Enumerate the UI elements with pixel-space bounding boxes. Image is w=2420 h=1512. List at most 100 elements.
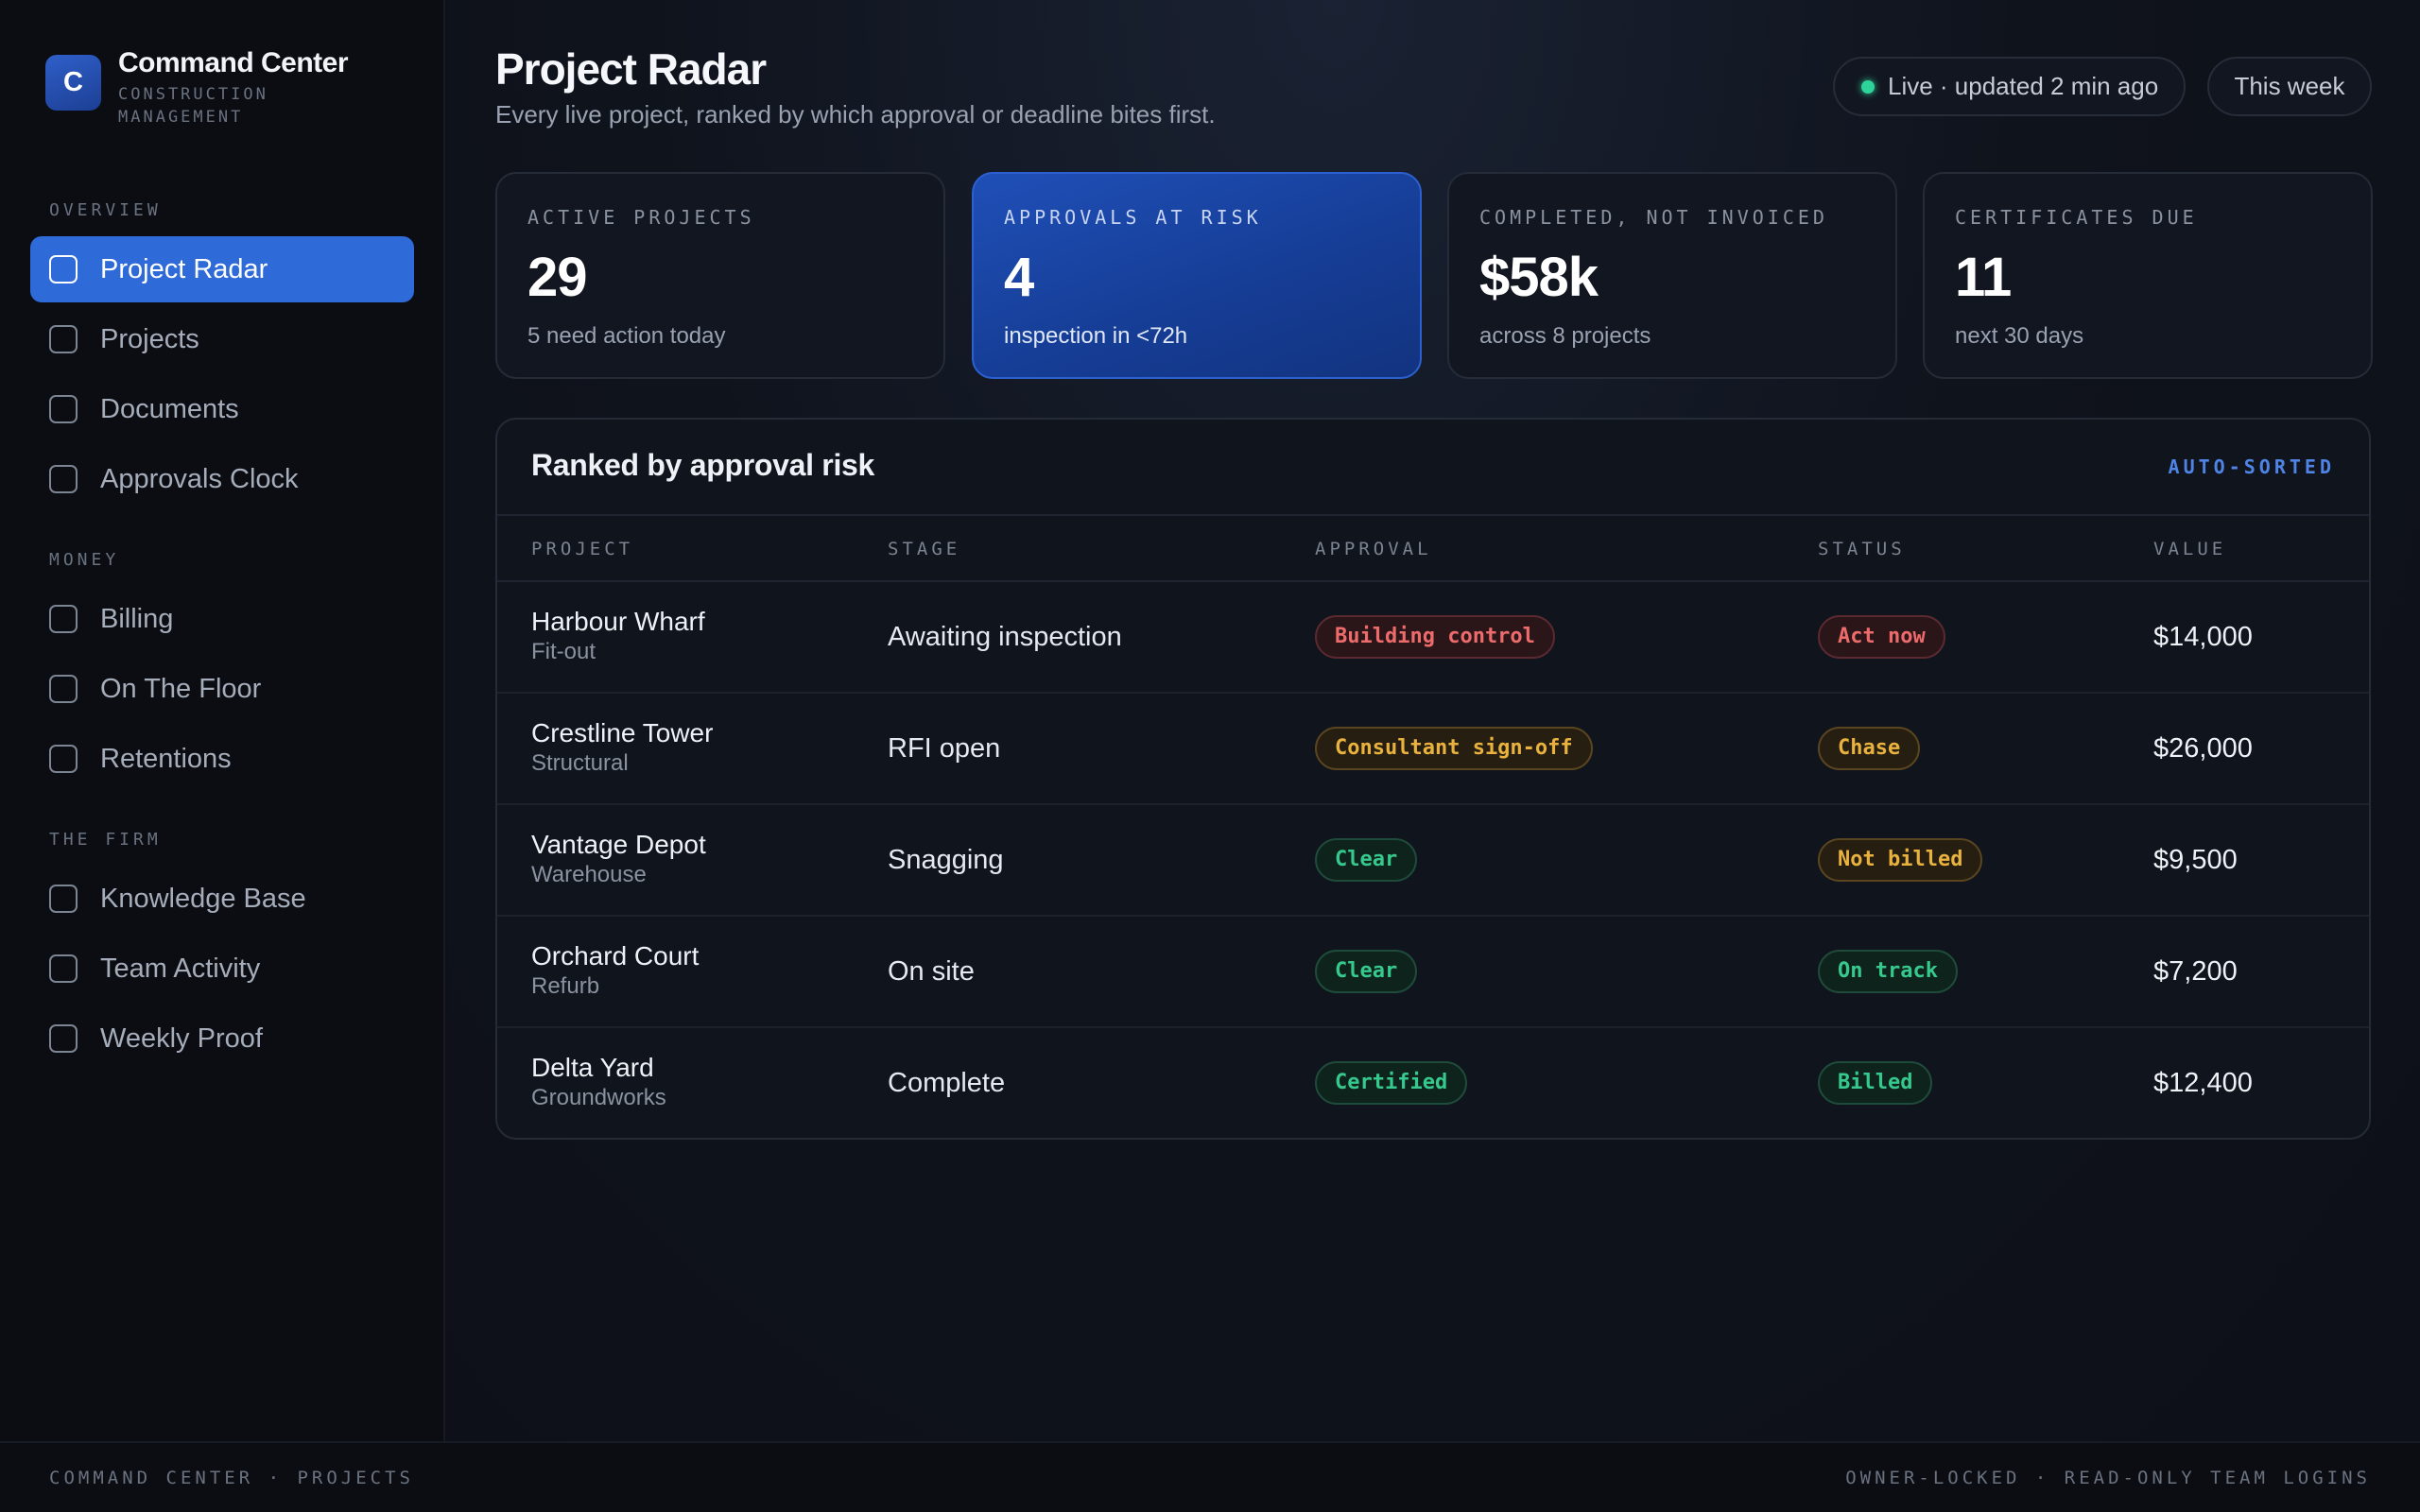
project-stage: On site [888, 956, 975, 987]
live-status-badge[interactable]: Live · updated 2 min ago [1833, 57, 2186, 116]
period-selector-button[interactable]: This week [2207, 57, 2372, 116]
stat-card-certificates-due[interactable]: CERTIFICATES DUE 11 next 30 days [1923, 172, 2373, 379]
stat-card-active-projects[interactable]: ACTIVE PROJECTS 29 5 need action today [495, 172, 945, 379]
period-label: This week [2234, 72, 2345, 100]
nav-section-money: MONEY Billing On The Floor Retentions [0, 548, 445, 792]
table-title: Ranked by approval risk [531, 448, 875, 482]
approval-badge: Clear [1315, 838, 1418, 882]
sidebar-item-knowledge-base[interactable]: Knowledge Base [30, 866, 414, 932]
stat-value: 11 [1955, 247, 2012, 308]
footer-breadcrumb: COMMAND CENTER · PROJECTS [49, 1468, 414, 1488]
sidebar-item-label: Project Radar [100, 253, 268, 284]
page-title: Project Radar [495, 44, 767, 94]
status-badge: Billed [1818, 1061, 1933, 1105]
table-header: PROJECT STAGE APPROVAL STATUS VALUE [497, 514, 2369, 582]
project-value: $14,000 [2153, 622, 2253, 652]
project-type: Refurb [531, 973, 600, 999]
checkbox-icon [49, 255, 78, 284]
sidebar-item-retentions[interactable]: Retentions [30, 726, 414, 792]
stat-card-approvals-at-risk[interactable]: APPROVALS AT RISK 4 inspection in <72h [972, 172, 1422, 379]
stat-value: 29 [527, 247, 588, 308]
project-type: Groundworks [531, 1085, 666, 1110]
project-name: Vantage Depot [531, 830, 706, 859]
page-subtitle: Every live project, ranked by which appr… [495, 100, 1216, 129]
stat-note: next 30 days [1955, 323, 2084, 349]
project-name: Delta Yard [531, 1053, 654, 1082]
risk-table: Ranked by approval risk AUTO-SORTED PROJ… [495, 418, 2371, 1140]
footer-access-note: OWNER-LOCKED · READ-ONLY TEAM LOGINS [1845, 1468, 2371, 1488]
sidebar-item-billing[interactable]: Billing [30, 586, 414, 652]
column-header-status[interactable]: STATUS [1818, 539, 1906, 559]
project-stage: Complete [888, 1068, 1006, 1098]
project-name: Crestline Tower [531, 718, 714, 747]
stat-label: CERTIFICATES DUE [1955, 206, 2198, 229]
sidebar: C Command Center CONSTRUCTION MANAGEMENT… [0, 0, 445, 1441]
stat-value: $58k [1479, 247, 1599, 308]
sidebar-item-team-activity[interactable]: Team Activity [30, 936, 414, 1002]
auto-sorted-tag: AUTO-SORTED [2168, 455, 2335, 478]
live-dot-icon [1861, 79, 1875, 94]
approval-badge: Clear [1315, 950, 1418, 993]
sidebar-item-label: On The Floor [100, 673, 262, 704]
sidebar-item-documents[interactable]: Documents [30, 376, 414, 442]
project-type: Warehouse [531, 862, 647, 887]
sidebar-item-on-the-floor[interactable]: On The Floor [30, 656, 414, 722]
table-row[interactable]: Crestline Tower Structural RFI open Cons… [497, 694, 2369, 805]
project-stage: Awaiting inspection [888, 622, 1122, 652]
nav-heading: MONEY [49, 550, 120, 570]
table-row[interactable]: Orchard Court Refurb On site Clear On tr… [497, 917, 2369, 1028]
approval-badge: Building control [1315, 615, 1555, 659]
sidebar-item-projects[interactable]: Projects [30, 306, 414, 372]
column-header-project[interactable]: PROJECT [531, 539, 633, 559]
project-name: Orchard Court [531, 941, 700, 971]
checkbox-icon [49, 885, 78, 913]
checkbox-icon [49, 605, 78, 633]
project-value: $7,200 [2153, 956, 2238, 987]
project-value: $26,000 [2153, 733, 2253, 764]
table-row[interactable]: Delta Yard Groundworks Complete Certifie… [497, 1028, 2369, 1138]
checkbox-icon [49, 954, 78, 983]
checkbox-icon [49, 745, 78, 773]
brand[interactable]: C Command Center CONSTRUCTION MANAGEMENT [45, 47, 349, 129]
brand-logo-icon: C [45, 55, 101, 111]
nav-section-overview: OVERVIEW Project Radar Projects Document… [0, 198, 445, 512]
brand-subtitle: CONSTRUCTION MANAGEMENT [118, 85, 268, 127]
sidebar-item-approvals-clock[interactable]: Approvals Clock [30, 446, 414, 512]
stat-note: inspection in <72h [1004, 323, 1188, 349]
sidebar-item-label: Weekly Proof [100, 1022, 263, 1054]
stat-note: 5 need action today [527, 323, 726, 349]
sidebar-item-label: Retentions [100, 743, 232, 774]
brand-title: Command Center [118, 47, 349, 78]
stat-note: across 8 projects [1479, 323, 1651, 349]
stat-card-completed-not-invoiced[interactable]: COMPLETED, NOT INVOICED $58k across 8 pr… [1447, 172, 1897, 379]
project-stage: RFI open [888, 733, 1001, 764]
sidebar-item-label: Billing [100, 603, 174, 634]
status-badge: Chase [1818, 727, 1921, 770]
table-row[interactable]: Harbour Wharf Fit-out Awaiting inspectio… [497, 582, 2369, 694]
checkbox-icon [49, 395, 78, 423]
project-stage: Snagging [888, 845, 1004, 875]
status-badge: Not billed [1818, 838, 1983, 882]
checkbox-icon [49, 325, 78, 353]
project-value: $9,500 [2153, 845, 2238, 875]
checkbox-icon [49, 1024, 78, 1053]
nav-heading: OVERVIEW [49, 200, 162, 220]
nav-heading: THE FIRM [49, 830, 162, 850]
sidebar-item-label: Team Activity [100, 953, 261, 984]
column-header-value[interactable]: VALUE [2153, 539, 2226, 559]
main-content: Project Radar Every live project, ranked… [447, 0, 2420, 1441]
table-row[interactable]: Vantage Depot Warehouse Snagging Clear N… [497, 805, 2369, 917]
approval-badge: Certified [1315, 1061, 1468, 1105]
sidebar-item-project-radar[interactable]: Project Radar [30, 236, 414, 302]
stat-label: ACTIVE PROJECTS [527, 206, 755, 229]
sidebar-item-label: Knowledge Base [100, 883, 306, 914]
stat-label: COMPLETED, NOT INVOICED [1479, 206, 1828, 229]
sidebar-item-weekly-proof[interactable]: Weekly Proof [30, 1005, 414, 1072]
column-header-approval[interactable]: APPROVAL [1315, 539, 1432, 559]
stat-label: APPROVALS AT RISK [1004, 206, 1262, 229]
sidebar-item-label: Documents [100, 393, 239, 424]
status-badge: On track [1818, 950, 1958, 993]
project-name: Harbour Wharf [531, 607, 705, 636]
checkbox-icon [49, 675, 78, 703]
column-header-stage[interactable]: STAGE [888, 539, 960, 559]
